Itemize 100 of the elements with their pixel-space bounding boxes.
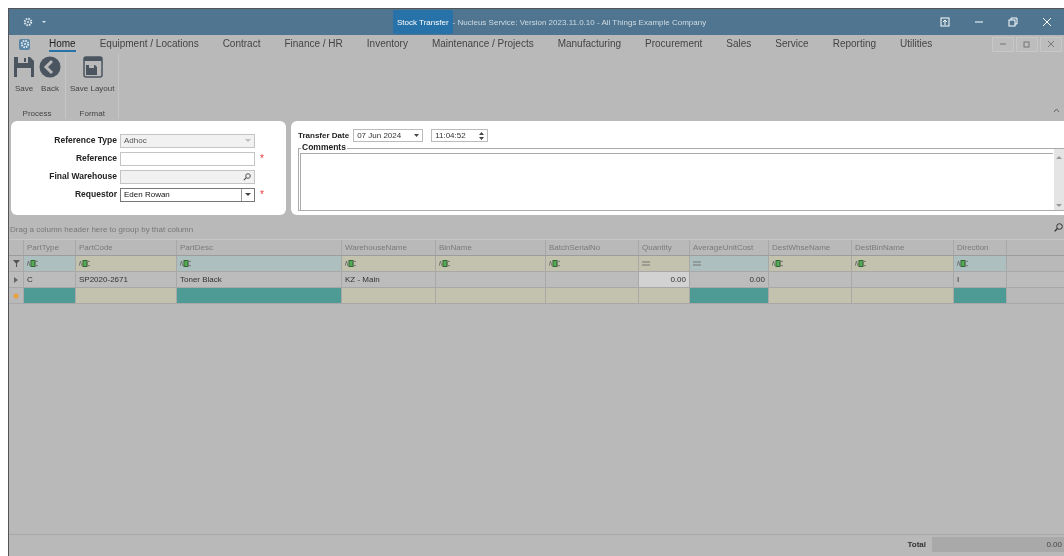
filter-cell[interactable] <box>769 256 852 271</box>
table-cell: 0.00 <box>639 272 690 287</box>
filter-cell[interactable] <box>852 256 954 271</box>
date-field[interactable]: 07 Jun 2024 <box>353 129 424 142</box>
table-cell: SP2020-2671 <box>76 272 177 287</box>
required-mark: * <box>260 153 264 164</box>
menu-tab[interactable]: Inventory <box>366 36 408 52</box>
new-row-cell[interactable] <box>639 288 690 303</box>
save-layout-icon <box>81 56 104 78</box>
filter-cell[interactable] <box>177 256 342 271</box>
window-title: Stock Transfer <box>393 10 453 34</box>
filter-cell[interactable] <box>690 256 769 271</box>
text-filter-icon[interactable] <box>855 260 867 267</box>
caret-icon <box>245 138 251 143</box>
text-filter-icon[interactable] <box>79 260 91 267</box>
text-field[interactable] <box>120 151 255 166</box>
field-label: Reference Type <box>53 134 117 147</box>
table-cell: 0.00 <box>690 272 769 287</box>
equals-filter-icon[interactable] <box>693 261 701 266</box>
close-icon[interactable] <box>1042 17 1052 27</box>
text-filter-icon[interactable] <box>439 260 451 267</box>
menu-tab[interactable]: Sales <box>726 36 752 52</box>
total-label: Total <box>907 539 926 549</box>
caret-icon <box>245 192 251 197</box>
ribbon-button[interactable]: Back <box>38 53 62 109</box>
table-cell: KZ - Main <box>342 272 436 287</box>
window-subtitle: - Nucleus Service: Version 2023.11.0.10 - All Things Example Company <box>452 17 707 27</box>
menu-tab[interactable]: Service <box>775 36 809 52</box>
dropdown-field[interactable]: Eden Rowan <box>120 187 255 202</box>
equals-filter-icon[interactable] <box>642 261 650 266</box>
time-field[interactable]: 11:04:52 <box>431 129 489 142</box>
table-cell: Toner Black <box>177 272 342 287</box>
caret-icon[interactable] <box>414 134 420 137</box>
minimize-button[interactable] <box>992 36 1014 52</box>
layout-icon[interactable] <box>940 17 950 27</box>
gear-icon[interactable] <box>23 17 33 27</box>
restore-icon[interactable] <box>1008 17 1018 27</box>
filter-icon <box>12 260 20 267</box>
new-row-cell[interactable] <box>76 288 177 303</box>
dropdown-button[interactable] <box>241 188 254 201</box>
new-row-icon <box>13 292 19 299</box>
text-filter-icon[interactable] <box>772 260 784 267</box>
ribbon-group-label: Format <box>79 109 105 118</box>
comments-label: Comments <box>301 142 347 152</box>
filter-cell[interactable] <box>639 256 690 271</box>
back-icon <box>39 56 61 78</box>
comments-field[interactable] <box>300 153 1053 210</box>
text-filter-icon[interactable] <box>549 260 561 267</box>
filter-cell[interactable] <box>76 256 177 271</box>
ribbon-group-label: Process <box>22 109 52 118</box>
menu-tab[interactable]: Equipment / Locations <box>99 36 199 52</box>
close-button[interactable] <box>1040 36 1062 52</box>
restore-button[interactable] <box>1016 36 1038 52</box>
text-filter-icon[interactable] <box>27 260 39 267</box>
menu-tab[interactable]: Finance / HR <box>284 36 343 52</box>
text-filter-icon[interactable] <box>180 260 192 267</box>
menu-tab[interactable]: Utilities <box>900 36 933 52</box>
filter-cell[interactable] <box>954 256 1007 271</box>
new-row-cell[interactable] <box>769 288 852 303</box>
field-label: Final Warehouse <box>48 170 117 183</box>
menu-tab[interactable]: Contract <box>222 36 261 52</box>
field-label: Reference <box>74 152 117 165</box>
new-row-cell[interactable] <box>690 288 769 303</box>
required-mark: * <box>260 189 264 200</box>
menu-tab[interactable]: Manufacturing <box>557 36 622 52</box>
search-icon[interactable] <box>1054 223 1063 232</box>
new-row-cell[interactable] <box>436 288 546 303</box>
menu-tab[interactable]: Maintenance / Projects <box>431 36 534 52</box>
scroll-down-icon[interactable] <box>1056 204 1062 208</box>
filter-cell[interactable] <box>24 256 76 271</box>
field-label: Transfer Date <box>298 131 350 140</box>
app-menu-icon[interactable] <box>19 38 30 50</box>
restore-icon <box>1023 40 1031 48</box>
field-label: Requestor <box>73 188 117 201</box>
ribbon-button[interactable]: Save <box>12 53 36 109</box>
new-row-cell[interactable] <box>177 288 342 303</box>
scroll-up-icon[interactable] <box>1056 155 1062 159</box>
new-row-cell[interactable] <box>954 288 1007 303</box>
scrollbar[interactable] <box>1054 149 1064 210</box>
new-row-cell[interactable] <box>24 288 76 303</box>
filter-cell[interactable] <box>342 256 436 271</box>
table-cell: C <box>24 272 76 287</box>
ribbon-button[interactable]: Save Layout <box>69 53 116 109</box>
text-filter-icon[interactable] <box>345 260 357 267</box>
spinner-icon[interactable] <box>479 131 485 140</box>
close-icon <box>1047 40 1055 48</box>
new-row-cell[interactable] <box>342 288 436 303</box>
menu-tab[interactable]: Home <box>49 36 76 52</box>
minimize-icon <box>999 40 1007 48</box>
total-value: 0.00 <box>932 536 1064 552</box>
collapse-ribbon-icon[interactable] <box>1053 108 1060 113</box>
filter-cell[interactable] <box>436 256 546 271</box>
menu-tab[interactable]: Reporting <box>832 36 876 52</box>
new-row-cell[interactable] <box>852 288 954 303</box>
menu-tab[interactable]: Procurement <box>645 36 703 52</box>
new-row-cell[interactable] <box>546 288 639 303</box>
row-pointer-icon <box>14 276 18 283</box>
table-cell: I <box>954 272 1007 287</box>
text-filter-icon[interactable] <box>957 260 969 267</box>
filter-cell[interactable] <box>546 256 639 271</box>
